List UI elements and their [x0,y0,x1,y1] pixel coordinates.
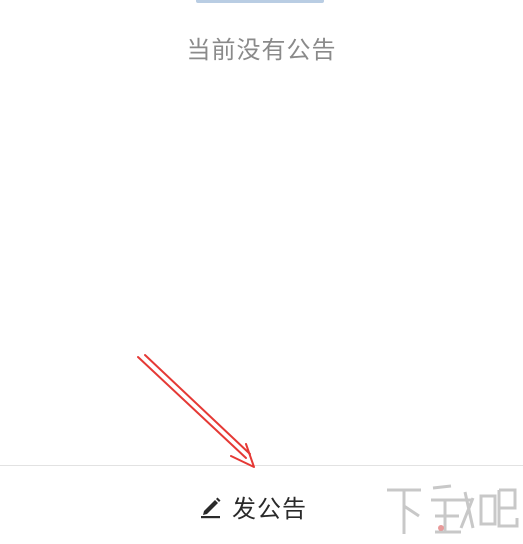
red-arrow-annotation [137,354,255,468]
announcement-page: 当前没有公告 发公告 [0,0,523,544]
post-announcement-label: 发公告 [232,494,307,523]
pencil-icon [196,492,224,520]
empty-state-message: 当前没有公告 [186,36,337,64]
empty-state-illustration [196,0,324,3]
post-announcement-button[interactable]: 发公告 [196,486,307,526]
bottom-action-bar: 发公告 [0,465,523,544]
